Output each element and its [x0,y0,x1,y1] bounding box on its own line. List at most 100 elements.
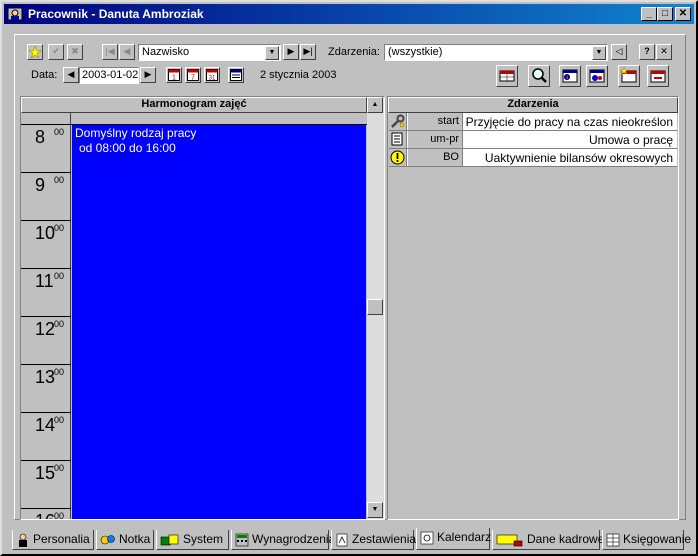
close-icon: ✕ [678,8,688,19]
ledger-icon [606,533,620,547]
tab-dane-kadrowe[interactable]: Dane kadrowe [492,530,604,550]
event-code: BO [408,149,463,166]
hour-row-9[interactable]: 9 00 [21,172,71,220]
hour-row-15[interactable]: 15 00 [21,460,71,508]
title-bar[interactable]: Pracownik - Danuta Ambroziak _ □ ✕ [4,4,694,24]
list-view-button[interactable] [228,67,244,83]
schedule-body[interactable]: 800 900 1000 1100 1200 1300 1400 1500 16… [21,113,367,519]
previous-icon: ◀ [67,69,75,79]
report-icon [336,533,348,547]
day-view-button[interactable]: 1 [166,67,182,83]
add-event-button[interactable] [618,65,640,87]
date-input[interactable]: 2003-01-02 [79,67,139,84]
hour-row-14[interactable]: 14 00 [21,412,71,460]
new-record-button[interactable] [27,44,43,60]
calendar-icon [420,531,434,545]
scroll-thumb[interactable] [367,299,383,315]
help-icon: ? [644,46,650,56]
events-filter-value: (wszystkie) [388,46,443,58]
hour-row-16[interactable]: 1600 [21,508,71,519]
tab-wynagrodzenia[interactable]: Wynagrodzenia [231,530,335,550]
close-panel-button[interactable]: ✕ [656,44,672,60]
hour-row-10[interactable]: 10 00 [21,220,71,268]
settings-calendar-icon [589,69,605,83]
calendar-remove-icon [650,70,666,83]
date-value: 2003-01-02 [82,69,139,81]
first-record-button[interactable]: |◀ [102,44,118,60]
event-row[interactable]: um-pr Umowa o pracę [389,131,677,149]
help-button[interactable]: ? [639,44,655,60]
next-record-button[interactable]: ▶ [283,44,299,60]
back-button[interactable]: ◁ [611,44,627,60]
hour-row-8[interactable]: 8 00 [21,124,71,172]
tab-zestawienia[interactable]: Zestawienia [331,530,416,550]
event-time: od 08:00 do 16:00 [79,141,176,155]
event-row[interactable]: start Przyjęcie do pracy na czas nieokre… [389,113,677,131]
tab-personalia[interactable]: Personalia [12,530,94,550]
sort-field-select[interactable]: Nazwisko ▼ [138,44,281,61]
next-icon: ▶ [144,69,152,79]
calendar-month-icon: 31 [206,69,218,82]
calendar-add-icon [619,66,637,83]
week-view-button[interactable]: 7 [185,67,201,83]
confirm-button[interactable]: ✔ [48,44,64,60]
minimize-icon: _ [646,8,652,19]
event-title: Domyślny rodzaj pracy [75,126,197,140]
note-icon [100,535,115,545]
event-description: Przyjęcie do pracy na czas nieokreślon [465,115,673,129]
warning-icon [390,150,405,165]
minimize-button[interactable]: _ [641,7,657,21]
event-code: start [408,113,463,130]
svg-text:1: 1 [172,75,176,82]
sort-field-value: Nazwisko [142,46,190,58]
previous-icon: ◀ [123,46,131,56]
star-icon [28,45,42,59]
events-filter-select[interactable]: (wszystkie) ▼ [384,44,608,61]
svg-text:7: 7 [191,75,195,82]
schedule-header: Harmonogram zajęć [21,97,367,113]
scroll-down-button[interactable]: ▼ [367,502,383,518]
cancel-icon: ✖ [71,46,79,56]
next-day-button[interactable]: ▶ [140,67,156,83]
date-label: Data: [31,69,58,81]
event-info-button[interactable]: i [559,65,581,87]
employee-panel: ✔ ✖ |◀ ◀ Nazwisko ▼ ▶ ▶| Zdarzenia: (wsz… [14,34,686,520]
folder-icon [496,534,523,547]
tab-notka[interactable]: Notka [96,530,154,550]
event-description: Umowa o pracę [588,133,673,147]
app-icon [7,7,23,21]
chevron-down-icon[interactable]: ▼ [592,46,606,60]
window-title: Pracownik - Danuta Ambroziak [28,7,204,21]
grid-button[interactable] [496,65,518,87]
remove-event-button[interactable] [647,65,669,87]
previous-day-button[interactable]: ◀ [63,67,79,83]
event-row[interactable]: BO Uaktywnienie bilansów okresowych [389,149,677,167]
tab-system[interactable]: System [156,530,229,550]
hour-column: 800 900 1000 1100 1200 1300 1400 1500 16… [21,113,71,519]
cancel-button[interactable]: ✖ [67,44,83,60]
calendar-week-icon: 7 [187,69,199,82]
schedule-event[interactable]: Domyślny rodzaj pracy od 08:00 do 16:00 [72,125,366,519]
hour-row-12[interactable]: 12 00 [21,316,71,364]
tab-ksiegowanie[interactable]: Księgowanie [602,530,691,550]
last-record-button[interactable]: ▶| [300,44,316,60]
hour-row-11[interactable]: 11 00 [21,268,71,316]
chevron-down-icon[interactable]: ▼ [265,46,279,60]
tab-kalendarz[interactable]: Kalendarz [416,528,491,550]
back-icon: ◁ [615,46,623,56]
checkmark-icon: ✔ [52,46,60,56]
next-icon: ▶ [287,46,295,56]
maximize-button[interactable]: □ [657,7,673,21]
scroll-up-button[interactable]: ▲ [367,97,383,113]
search-button[interactable] [528,65,550,87]
event-settings-button[interactable] [586,65,608,87]
event-description: Uaktywnienie bilansów okresowych [484,151,673,165]
month-view-button[interactable]: 31 [204,67,220,83]
previous-record-button[interactable]: ◀ [119,44,135,60]
hour-row-13[interactable]: 13 00 [21,364,71,412]
person-icon [19,533,27,547]
close-window-button[interactable]: ✕ [675,7,691,21]
schedule-scrollbar[interactable]: ▲ ▼ [367,97,384,519]
svg-text:i: i [566,75,567,81]
main-window: Pracownik - Danuta Ambroziak _ □ ✕ ✔ ✖ |… [0,0,698,556]
